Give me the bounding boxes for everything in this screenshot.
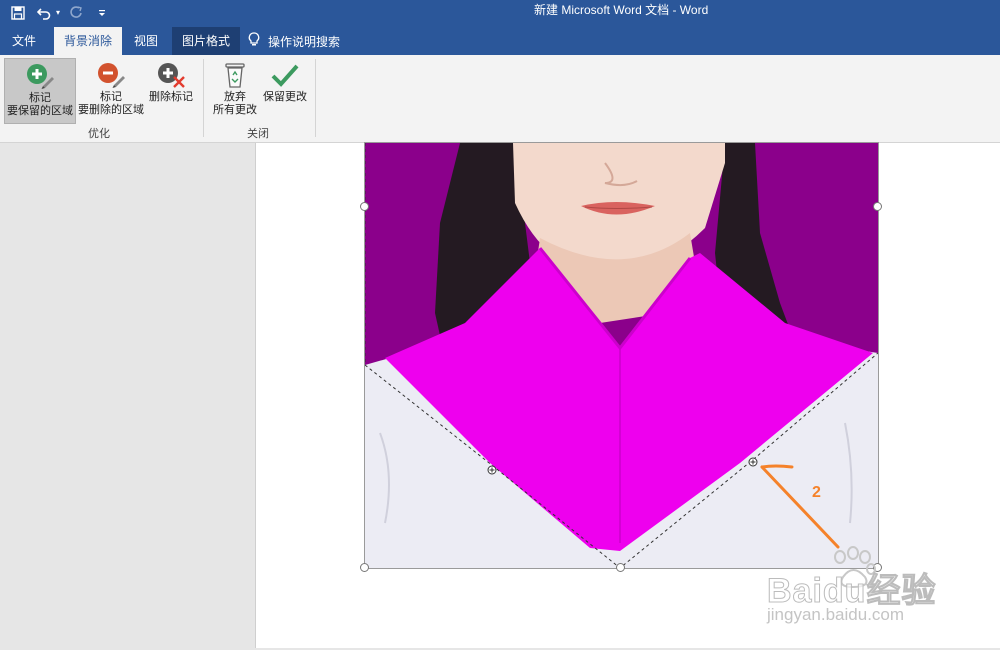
recycle-bin-icon [225, 63, 245, 88]
keep-changes-label: 保留更改 [263, 91, 307, 103]
annotation-arrow [750, 455, 850, 555]
delete-mark-button[interactable]: 删除标记 [146, 58, 196, 124]
customize-qat-icon[interactable] [92, 3, 112, 23]
mark-remove-label-1: 标记 [100, 91, 122, 103]
mark-remove-label-2: 要删除的区域 [78, 104, 144, 116]
tab-picture-format[interactable]: 图片格式 [172, 27, 241, 55]
minus-pencil-icon [98, 63, 125, 88]
ribbon: 标记 要保留的区域 标记 要删除的区域 删除标记 优化 放弃 所有更改 保留更改… [0, 55, 1000, 143]
discard-label-2: 所有更改 [213, 104, 257, 116]
resize-handle[interactable] [360, 202, 369, 211]
baidu-watermark: Baidu经验 jingyan.baidu.com [765, 545, 965, 635]
discard-changes-button[interactable]: 放弃 所有更改 [210, 58, 260, 124]
ribbon-tabs: 文件 背景消除 视图 图片格式 操作说明搜索 [0, 25, 1000, 55]
resize-handle[interactable] [360, 563, 369, 572]
mark-keep-label-1: 标记 [29, 92, 51, 104]
redo-icon [66, 3, 86, 23]
watermark-url: jingyan.baidu.com [767, 605, 905, 624]
group-label-close: 关闭 [247, 128, 269, 140]
quick-access-toolbar: ▾ [8, 2, 112, 23]
keep-changes-button[interactable]: 保留更改 [261, 58, 309, 124]
tab-file[interactable]: 文件 [2, 27, 46, 55]
tell-me-search[interactable]: 操作说明搜索 [248, 27, 340, 55]
resize-handle[interactable] [616, 563, 625, 572]
document-title: 新建 Microsoft Word 文档 - Word [534, 3, 709, 17]
mark-keep-label-2: 要保留的区域 [7, 105, 73, 117]
undo-icon[interactable] [34, 3, 54, 23]
undo-dropdown-icon[interactable]: ▾ [56, 8, 60, 17]
tab-view[interactable]: 视图 [124, 27, 168, 55]
delete-mark-icon [158, 63, 185, 88]
plus-pencil-icon [27, 64, 54, 89]
group-label-optimize: 优化 [88, 128, 110, 140]
mark-remove-button[interactable]: 标记 要删除的区域 [77, 58, 145, 124]
mark-keep-button[interactable]: 标记 要保留的区域 [4, 58, 76, 124]
tell-me-label: 操作说明搜索 [268, 34, 341, 49]
group-separator [315, 59, 316, 137]
discard-label-1: 放弃 [224, 91, 246, 103]
title-bar: ▾ 新建 Microsoft Word 文档 - Word [0, 0, 1000, 25]
save-icon[interactable] [8, 3, 28, 23]
tab-background-removal[interactable]: 背景消除 [54, 27, 123, 55]
annotation-label: 2 [812, 484, 821, 501]
delete-mark-label: 删除标记 [149, 91, 193, 103]
checkmark-icon [271, 64, 299, 87]
lightbulb-icon [248, 31, 260, 51]
resize-handle[interactable] [873, 202, 882, 211]
group-separator [203, 59, 204, 137]
keep-mark-icon[interactable] [487, 462, 497, 475]
